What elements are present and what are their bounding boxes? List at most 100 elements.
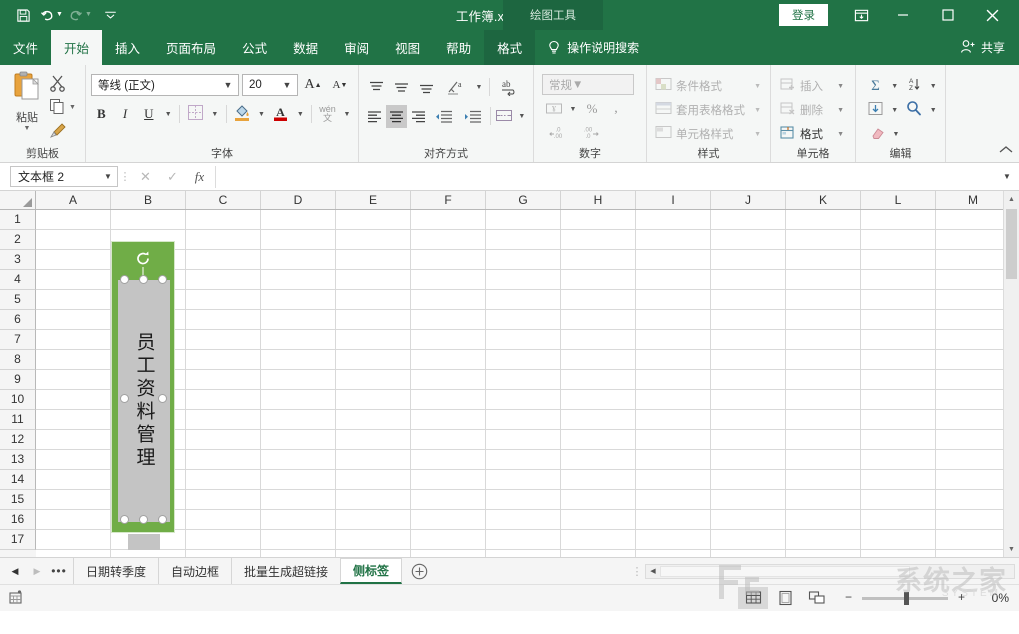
sign-in-button[interactable]: 登录: [779, 4, 828, 26]
find-select-button[interactable]: [903, 99, 926, 122]
grid-view-icon[interactable]: [738, 587, 768, 609]
orientation-dropdown-caret[interactable]: ▼: [472, 76, 486, 99]
vertical-scroll-thumb[interactable]: [1006, 209, 1017, 279]
resize-handle-bottom-right[interactable]: [158, 515, 167, 524]
row-header-17[interactable]: 17: [0, 530, 36, 550]
rotate-handle-icon[interactable]: [135, 250, 152, 267]
select-all-triangle-icon[interactable]: [0, 191, 36, 209]
vertical-scrollbar[interactable]: ▲ ▼: [1003, 191, 1019, 557]
expand-formula-bar-icon[interactable]: ▼: [999, 172, 1015, 181]
chevron-down-icon[interactable]: ▼: [837, 131, 850, 138]
sort-filter-button[interactable]: AZ: [903, 75, 926, 98]
plus-icon[interactable]: +: [955, 592, 968, 605]
comma-style-button[interactable]: ,: [604, 98, 628, 121]
undo-button[interactable]: ▼: [36, 4, 63, 26]
column-header-e[interactable]: E: [336, 191, 411, 209]
ellipsis-icon[interactable]: •••: [48, 560, 70, 582]
column-header-b[interactable]: B: [111, 191, 186, 209]
row-header-14[interactable]: 14: [0, 470, 36, 490]
resize-handle-middle-left[interactable]: [120, 394, 129, 403]
paste-dropdown-caret[interactable]: ▼: [24, 125, 31, 133]
format-as-table-button[interactable]: 套用表格格式 ▼: [653, 98, 765, 122]
formula-input[interactable]: [215, 166, 999, 188]
scroll-up-icon[interactable]: ▲: [1004, 191, 1019, 207]
share-button[interactable]: 共享: [960, 30, 1019, 65]
grow-font-button[interactable]: A▲: [301, 74, 325, 97]
row-header-8[interactable]: 8: [0, 350, 36, 370]
tab-insert[interactable]: 插入: [102, 30, 153, 65]
tab-data[interactable]: 数据: [280, 30, 331, 65]
fill-color-dropdown-caret[interactable]: ▼: [255, 103, 267, 126]
italic-button[interactable]: I: [115, 103, 136, 126]
row-header-15[interactable]: 15: [0, 490, 36, 510]
clear-dropdown-caret[interactable]: ▼: [889, 123, 903, 146]
align-center-button[interactable]: [386, 105, 407, 128]
decrease-decimal-button[interactable]: .00.0: [574, 121, 606, 144]
sort-filter-dropdown-caret[interactable]: ▼: [927, 75, 940, 98]
row-header-3[interactable]: 3: [0, 250, 36, 270]
format-painter-button[interactable]: [49, 121, 76, 143]
minus-icon[interactable]: −: [842, 592, 855, 605]
paste-button[interactable]: 粘贴 ▼: [5, 69, 49, 146]
prev-arrow-icon[interactable]: ◀: [4, 560, 26, 582]
horizontal-scrollbar[interactable]: ◀: [645, 564, 1015, 579]
chevron-down-icon[interactable]: ▼: [572, 79, 583, 91]
tab-page-layout[interactable]: 页面布局: [153, 30, 229, 65]
increase-indent-button[interactable]: [459, 105, 487, 128]
chevron-down-icon[interactable]: ▼: [837, 83, 850, 90]
redo-icon[interactable]: [65, 4, 87, 26]
tab-home[interactable]: 开始: [51, 30, 102, 65]
row-header-12[interactable]: 12: [0, 430, 36, 450]
plus-circle-icon[interactable]: [402, 558, 436, 584]
align-right-button[interactable]: [408, 105, 429, 128]
cut-button[interactable]: [49, 73, 76, 95]
column-header-d[interactable]: D: [261, 191, 336, 209]
column-header-a[interactable]: A: [36, 191, 111, 209]
collapse-ribbon-button[interactable]: [999, 145, 1013, 158]
chevron-down-icon[interactable]: ▼: [754, 131, 765, 138]
align-middle-button[interactable]: [389, 76, 413, 99]
chevron-down-icon[interactable]: ▼: [837, 107, 850, 114]
fill-dropdown-caret[interactable]: ▼: [888, 99, 901, 122]
tab-formulas[interactable]: 公式: [229, 30, 280, 65]
font-size-combo[interactable]: 20 ▼: [242, 74, 298, 96]
undo-icon[interactable]: [36, 4, 58, 26]
resize-handle-bottom-center[interactable]: [139, 515, 148, 524]
name-box[interactable]: 文本框 2 ▼: [10, 166, 118, 187]
page-break-icon[interactable]: [802, 587, 832, 609]
tab-file[interactable]: 文件: [0, 30, 51, 65]
row-header-2[interactable]: 2: [0, 230, 36, 250]
horizontal-scroll-thumb[interactable]: [660, 566, 910, 577]
borders-dropdown-caret[interactable]: ▼: [209, 103, 221, 126]
tab-review[interactable]: 审阅: [331, 30, 382, 65]
underline-dropdown-caret[interactable]: ▼: [162, 103, 174, 126]
maximize-icon[interactable]: [925, 0, 970, 30]
column-header-m[interactable]: M: [936, 191, 1011, 209]
zoom-value[interactable]: 0%: [975, 591, 1009, 605]
phonetic-dropdown-caret[interactable]: ▼: [341, 103, 353, 126]
align-top-button[interactable]: [364, 76, 388, 99]
percent-style-button[interactable]: %: [580, 98, 604, 121]
customize-quick-access-icon[interactable]: [100, 4, 122, 26]
row-header-6[interactable]: 6: [0, 310, 36, 330]
increase-decimal-button[interactable]: .0.00: [542, 121, 574, 144]
next-arrow-icon[interactable]: ▶: [26, 560, 48, 582]
close-icon[interactable]: [970, 0, 1015, 30]
resize-handle-top-left[interactable]: [120, 275, 129, 284]
merge-dropdown-caret[interactable]: ▼: [516, 105, 528, 128]
insert-cells-button[interactable]: 插入 ▼: [777, 74, 850, 98]
sheet-tab-1[interactable]: 日期转季度: [73, 558, 159, 584]
row-header-13[interactable]: 13: [0, 450, 36, 470]
minimize-icon[interactable]: [880, 0, 925, 30]
redo-dropdown-caret[interactable]: ▼: [85, 4, 92, 26]
accounting-dropdown-caret[interactable]: ▼: [566, 98, 580, 121]
column-header-k[interactable]: K: [786, 191, 861, 209]
zoom-slider-track[interactable]: [862, 597, 948, 600]
format-cells-button[interactable]: 格式 ▼: [777, 122, 850, 146]
decrease-indent-button[interactable]: [430, 105, 458, 128]
column-header-g[interactable]: G: [486, 191, 561, 209]
text-box-shape[interactable]: 员工资料管理: [111, 241, 175, 533]
column-header-j[interactable]: J: [711, 191, 786, 209]
cell-styles-button[interactable]: 单元格样式 ▼: [653, 122, 765, 146]
save-icon[interactable]: [12, 4, 34, 26]
